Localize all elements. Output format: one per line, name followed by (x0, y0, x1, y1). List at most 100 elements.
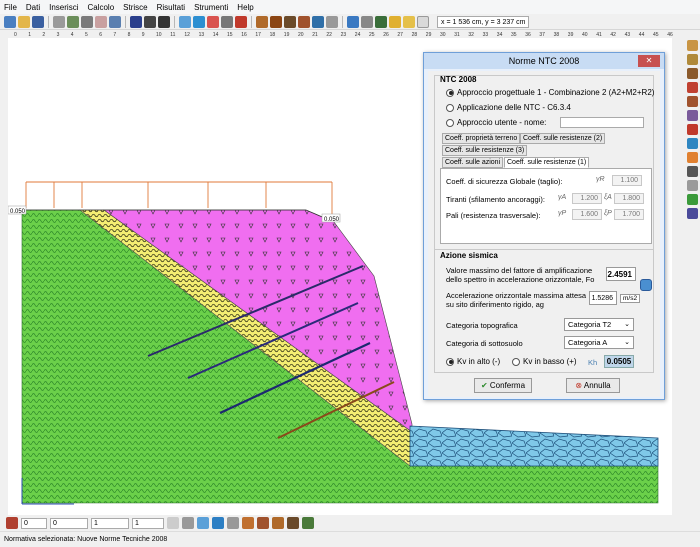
bottom-field-2[interactable]: 0 (50, 517, 88, 529)
report-icon[interactable] (389, 15, 401, 28)
ag-input[interactable]: 1.5286 (589, 291, 617, 305)
profile-icon[interactable] (686, 180, 698, 191)
filter-icon[interactable] (686, 166, 698, 177)
water-icon[interactable] (312, 15, 324, 28)
fill-icon[interactable] (242, 517, 254, 529)
pile-icon[interactable] (284, 15, 296, 28)
conferma-button[interactable]: ✔ Conferma (474, 378, 532, 393)
chart-icon[interactable] (686, 208, 698, 219)
material-icon[interactable] (144, 15, 156, 28)
close-small-icon[interactable] (182, 517, 194, 529)
pali-symbol-2: ξP (604, 210, 612, 217)
pattern-tool-icon[interactable] (235, 15, 247, 28)
layer-color-icon[interactable] (6, 517, 18, 529)
tab-resistenze-2[interactable]: Coeff. sulle resistenze (2) (520, 133, 606, 144)
select-icon[interactable] (197, 517, 209, 529)
tab-azioni[interactable]: Coeff. sulle azioni (442, 157, 504, 168)
tab-resistenze-1[interactable]: Coeff. sulle resistenze (1) (504, 157, 590, 168)
tab-resistenze-3[interactable]: Coeff. sulle resistenze (3) (442, 145, 528, 156)
settings-icon[interactable] (361, 15, 373, 28)
shovel-icon[interactable] (287, 517, 299, 529)
angle-icon[interactable] (167, 517, 179, 529)
menu-risultati[interactable]: Risultati (157, 3, 185, 12)
strata-icon[interactable] (158, 15, 170, 28)
option-kv-basso[interactable]: Kv in basso (+) (512, 357, 577, 366)
radio-approccio1[interactable] (446, 88, 454, 97)
surface-icon[interactable] (686, 152, 698, 163)
strata-tool-icon[interactable] (686, 54, 698, 65)
bottom-field-1[interactable]: 0 (21, 517, 47, 529)
water-table-icon[interactable] (686, 138, 698, 149)
radio-applicazione[interactable] (446, 103, 454, 112)
grid-tool-icon[interactable] (686, 96, 698, 107)
properties-icon[interactable] (95, 15, 107, 28)
section-icon[interactable] (130, 15, 142, 28)
load-icon[interactable] (256, 15, 268, 28)
bottom-field-4[interactable]: 1 (132, 517, 164, 529)
option-kv-alto[interactable]: Kv in alto (-) (446, 357, 500, 366)
zoom-icon[interactable] (347, 15, 359, 28)
save-icon[interactable] (32, 15, 44, 28)
coordinate-readout: x = 1 536 cm, y = 3 237 cm (437, 15, 530, 28)
load-tool-icon[interactable] (686, 68, 698, 79)
radio-kv-basso[interactable] (512, 357, 520, 366)
load-label-left: 0.050 (10, 209, 26, 215)
menu-strumenti[interactable]: Strumenti (194, 3, 228, 12)
tab-terreno[interactable]: Coeff. proprietà terreno (442, 133, 521, 144)
fo-input[interactable]: 2.4591 (606, 267, 636, 281)
bottom-field-3[interactable]: 1 (91, 517, 129, 529)
calculator-icon[interactable] (640, 279, 652, 291)
globale-label: Coeff. di sicurezza Globale (taglio): (446, 177, 563, 186)
menu-calcolo[interactable]: Calcolo (87, 3, 114, 12)
results-icon[interactable] (375, 15, 387, 28)
pointer-icon[interactable] (212, 517, 224, 529)
node-tool-icon[interactable] (193, 15, 205, 28)
option-approccio1[interactable]: Approccio progettuale 1 - Combinazione 2… (446, 88, 654, 97)
layer-tool-icon[interactable] (686, 40, 698, 51)
conferma-label: Conferma (489, 381, 526, 390)
delete-tool-icon[interactable] (207, 15, 219, 28)
kh-label: Kh (588, 358, 598, 367)
node-edit-icon[interactable] (686, 124, 698, 135)
radio-kv-alto[interactable] (446, 357, 454, 366)
pali-value-2: 1.700 (614, 209, 644, 220)
toolbar-separator (342, 15, 343, 28)
utente-name-input[interactable] (560, 117, 644, 128)
print-icon[interactable] (403, 15, 415, 28)
ruler-top: 0 1 2 3 4 5 6 7 8 9 10 11 12 13 14 15 16 17 18 19 20 21 22 23 24… (8, 30, 680, 38)
ruler-left (0, 38, 8, 515)
line-tool-icon[interactable] (179, 15, 191, 28)
info-icon[interactable] (417, 15, 429, 28)
edit-icon[interactable] (272, 517, 284, 529)
menu-dati[interactable]: Dati (26, 3, 40, 12)
tree-icon[interactable] (302, 517, 314, 529)
menu-file[interactable]: File (4, 3, 17, 12)
undo-icon[interactable] (53, 15, 65, 28)
menu-strisce[interactable]: Strisce (123, 3, 147, 12)
anchor-tool-icon[interactable] (686, 82, 698, 93)
globale-value: 1.100 (612, 175, 642, 186)
function-icon[interactable] (686, 194, 698, 205)
topo-select[interactable]: Categoria T2 ⌄ (564, 318, 634, 331)
hatch-icon[interactable] (257, 517, 269, 529)
menu-help[interactable]: Help (237, 3, 253, 12)
wall-icon[interactable] (298, 15, 310, 28)
close-icon[interactable]: ✕ (638, 55, 660, 67)
move-tool-icon[interactable] (221, 15, 233, 28)
snap-icon[interactable] (227, 517, 239, 529)
new-file-icon[interactable] (4, 15, 16, 28)
anchor-icon[interactable] (270, 15, 282, 28)
sotto-select[interactable]: Categoria A ⌄ (564, 336, 634, 349)
dialog-title-bar: Norme NTC 2008 ✕ (424, 53, 664, 69)
calc-icon[interactable] (326, 15, 338, 28)
open-folder-icon[interactable] (18, 15, 30, 28)
radio-utente[interactable] (446, 118, 454, 127)
layers-icon[interactable] (109, 15, 121, 28)
table-icon[interactable] (81, 15, 93, 28)
option-applicazione[interactable]: Applicazione delle NTC - C6.3.4 (446, 103, 571, 112)
menu-inserisci[interactable]: Inserisci (49, 3, 78, 12)
annulla-button[interactable]: ⊗ Annulla (566, 378, 620, 393)
grid-icon[interactable] (67, 15, 79, 28)
option-utente[interactable]: Approccio utente - nome: (446, 118, 546, 127)
cut-tool-icon[interactable] (686, 110, 698, 121)
